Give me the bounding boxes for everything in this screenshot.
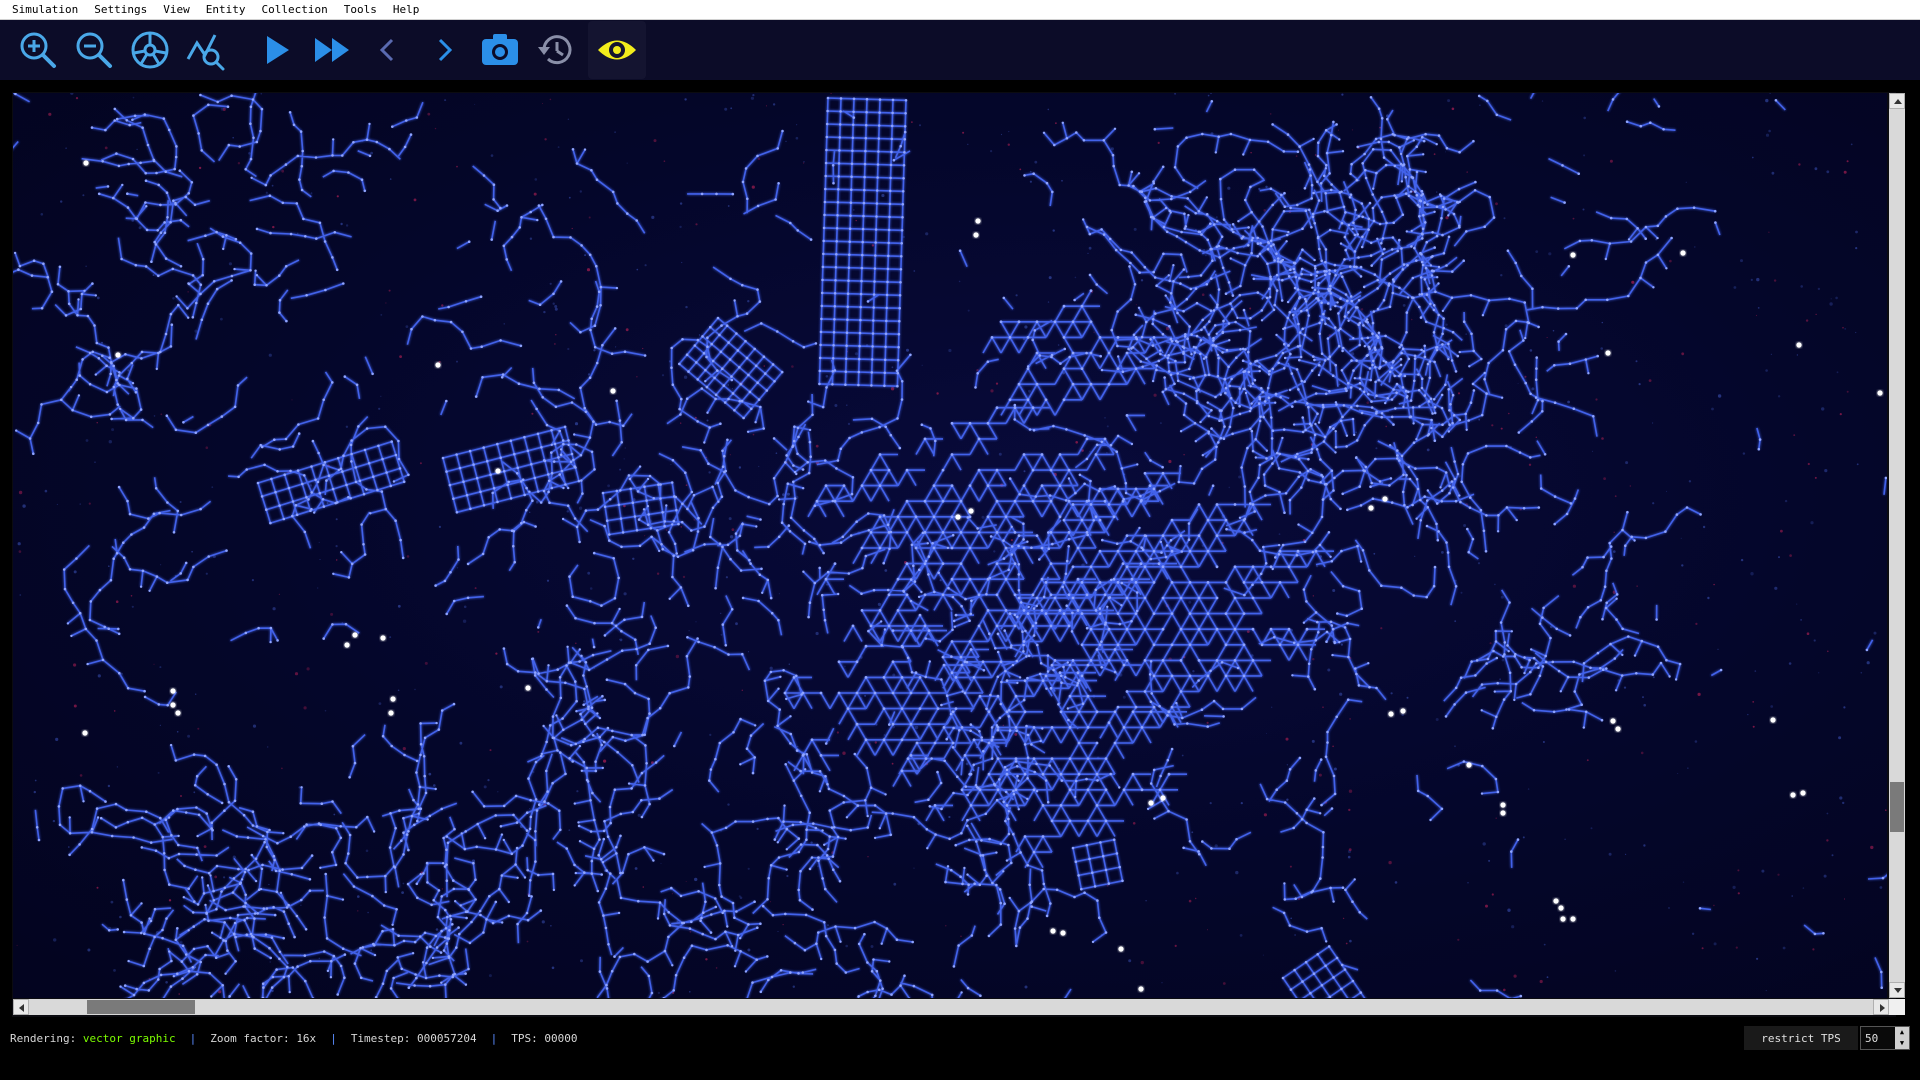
camera-icon (482, 34, 518, 65)
restrict-tps-button[interactable]: restrict TPS (1744, 1026, 1858, 1050)
tps-spinner[interactable]: ▲ ▼ (1895, 1027, 1909, 1049)
scroll-up-button[interactable] (1889, 93, 1905, 109)
cell-connections (13, 93, 1887, 998)
action-zoom-button[interactable] (182, 26, 230, 74)
scroll-right-button[interactable] (1873, 999, 1889, 1015)
horizontal-scroll-thumb[interactable] (87, 1000, 195, 1014)
menu-tools[interactable]: Tools (336, 0, 385, 20)
spinner-down-icon[interactable]: ▼ (1895, 1038, 1909, 1049)
menu-help[interactable]: Help (385, 0, 428, 20)
menu-entity[interactable]: Entity (198, 0, 254, 20)
menu-collection[interactable]: Collection (253, 0, 335, 20)
step-forward-button[interactable] (308, 26, 356, 74)
zoom-in-icon (20, 32, 56, 68)
separator: | (490, 1032, 498, 1045)
separator: | (330, 1032, 337, 1045)
tps-label: TPS: (511, 1032, 538, 1045)
tps-limit-input[interactable]: 50 ▲ ▼ (1860, 1026, 1910, 1050)
chevron-left-icon (379, 38, 394, 62)
timestep-label: Timestep: (350, 1032, 411, 1045)
energy-particles (16, 93, 1887, 995)
snapshot-button[interactable] (476, 26, 524, 74)
step-back-button[interactable] (364, 26, 412, 74)
toggle-view-button[interactable] (588, 21, 646, 79)
scroll-down-button[interactable] (1889, 982, 1905, 998)
zoom-label: Zoom factor: (210, 1032, 290, 1045)
fast-forward-icon (315, 38, 349, 62)
simulation-canvas[interactable] (13, 93, 1887, 998)
free-particles (82, 160, 1883, 992)
rendering-value: vector graphic (82, 1032, 176, 1045)
menu-view[interactable]: View (155, 0, 198, 20)
restore-button[interactable] (532, 26, 580, 74)
play-icon (267, 36, 289, 64)
simulation-view (12, 92, 1905, 1017)
timestep-value: 000057204 (417, 1032, 477, 1045)
spinner-up-icon[interactable]: ▲ (1895, 1027, 1909, 1038)
steering-wheel-icon (131, 31, 169, 69)
rendering-label: Rendering: (10, 1032, 77, 1045)
vertical-scrollbar[interactable] (1889, 93, 1905, 998)
toolbar (0, 20, 1920, 80)
navigation-mode-button[interactable] (126, 26, 174, 74)
zoom-in-button[interactable] (14, 26, 62, 74)
status-info: Rendering: vector graphic | Zoom factor: 1… (10, 1032, 578, 1045)
run-button[interactable] (252, 26, 300, 74)
vertical-scroll-thumb[interactable] (1890, 782, 1904, 832)
history-icon (538, 35, 572, 65)
scrollbar-corner (1889, 999, 1905, 1015)
zoom-curve-icon (186, 34, 225, 71)
menu-bar: Simulation Settings View Entity Collecti… (0, 0, 1920, 20)
scroll-left-button[interactable] (13, 999, 29, 1015)
status-bar: Rendering: vector graphic | Zoom factor: 1… (0, 1018, 1920, 1080)
menu-settings[interactable]: Settings (86, 0, 155, 20)
separator: | (189, 1032, 197, 1045)
horizontal-scrollbar[interactable] (13, 999, 1889, 1015)
menu-simulation[interactable]: Simulation (4, 0, 86, 20)
chevron-right-icon (438, 38, 453, 62)
tps-value: 00000 (544, 1032, 578, 1045)
zoom-out-icon (76, 32, 112, 68)
particle-network (13, 93, 1887, 998)
step-next-button[interactable] (420, 26, 468, 74)
tps-limit-value: 50 (1865, 1031, 1879, 1045)
eye-icon (598, 40, 636, 60)
zoom-value: 16x (296, 1032, 317, 1045)
zoom-out-button[interactable] (70, 26, 118, 74)
